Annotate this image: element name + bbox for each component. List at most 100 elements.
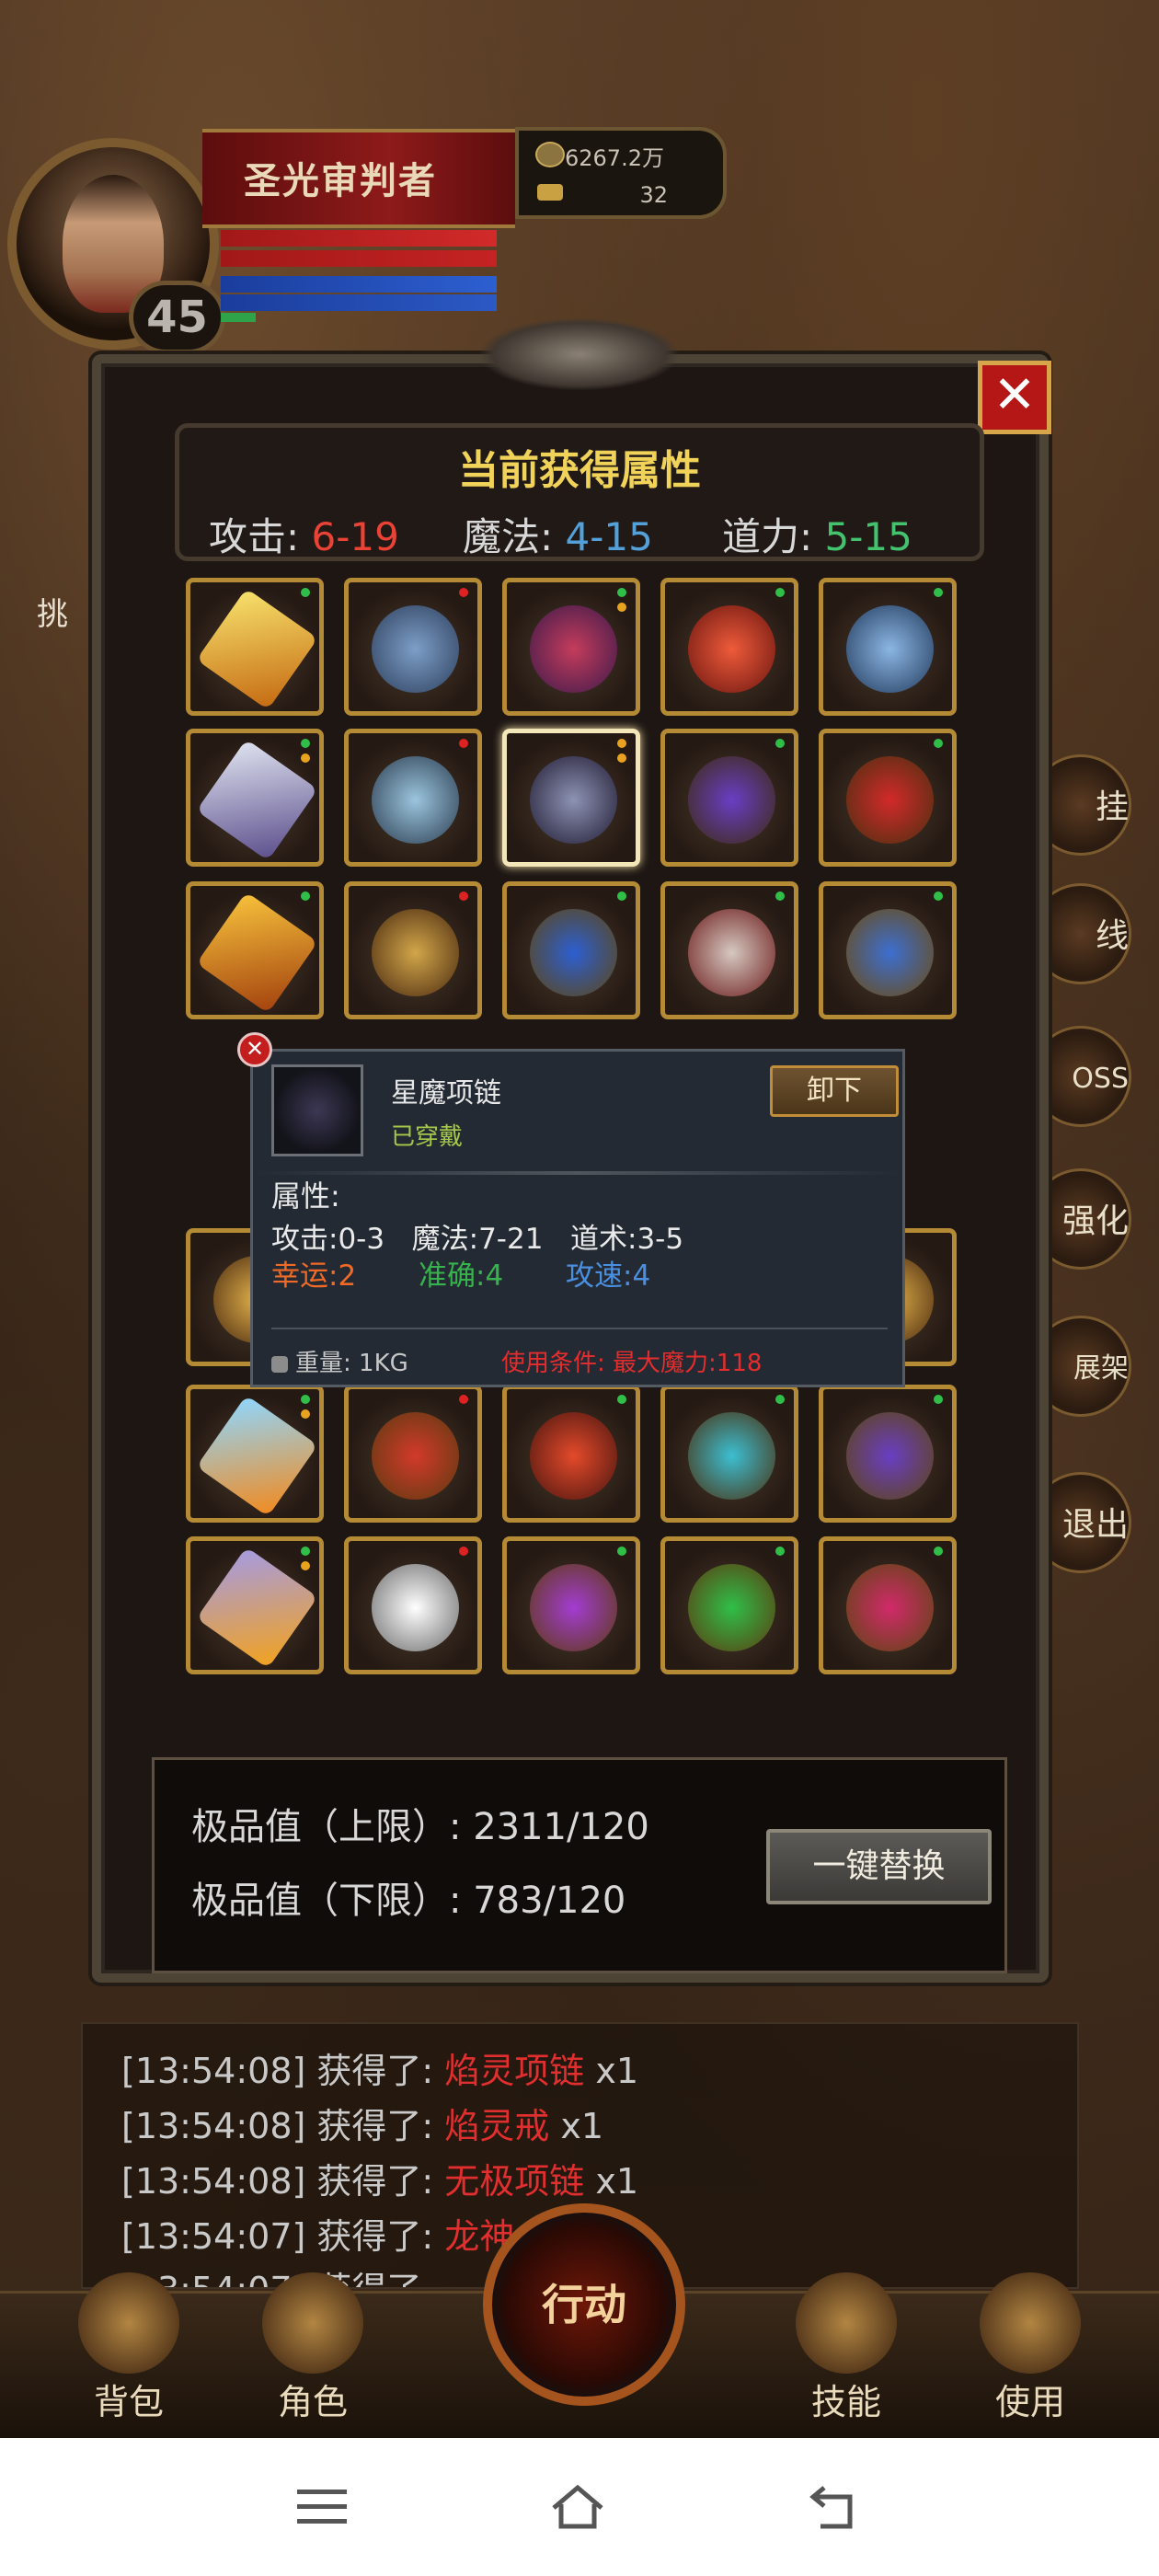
use-button[interactable]: 使用 — [961, 2272, 1099, 2429]
sword-icon — [196, 891, 318, 1014]
equip-slot-mask[interactable] — [660, 881, 798, 1019]
sword-icon — [196, 1395, 318, 1517]
quality-dot — [301, 1561, 310, 1570]
log-line: [13:54:07] 获得了: 龙神 — [121, 2208, 514, 2259]
equip-slot-ring-2[interactable] — [819, 729, 957, 867]
quality-dot — [617, 739, 626, 748]
bag-button[interactable]: 背包 — [60, 2272, 198, 2429]
quality-lower: 极品值（下限）: 783/120 — [191, 1880, 626, 1922]
magic-stat: 魔法: 4-15 — [463, 506, 653, 562]
equip-slot-armor-6[interactable] — [344, 1536, 482, 1674]
necklace-icon — [530, 756, 617, 844]
equip-slot-armor-5[interactable] — [344, 1385, 482, 1523]
ingot-amount: 32 — [639, 182, 668, 208]
equip-slot-helmet[interactable] — [502, 578, 640, 716]
equip-slot-bracelet-6[interactable] — [660, 1536, 798, 1674]
equip-slot-bracelet[interactable] — [660, 729, 798, 867]
quality-dot — [301, 739, 310, 748]
left-side-tag[interactable]: 挑 — [37, 589, 68, 634]
equip-slot-ring[interactable] — [819, 578, 957, 716]
medal-icon — [530, 909, 617, 996]
quality-dot — [301, 753, 310, 763]
quality-dot — [617, 1547, 626, 1556]
attack-stat: 攻击: 6-19 — [209, 506, 399, 562]
equip-slot-armor[interactable] — [344, 578, 482, 716]
equip-slot-ring-6[interactable] — [819, 1536, 957, 1674]
equip-slot-armor-2[interactable] — [344, 729, 482, 867]
equip-slot-weapon-2[interactable] — [186, 729, 324, 867]
quality-dot — [459, 739, 468, 748]
quality-dot — [459, 1395, 468, 1404]
log-item-name: 焰灵项链 — [444, 2051, 585, 2091]
quality-dot — [934, 1395, 943, 1404]
equip-slot-ring-5[interactable] — [819, 1385, 957, 1523]
equip-slot-necklace[interactable] — [660, 578, 798, 716]
panel-crest-ornament — [478, 317, 681, 391]
tao-label: 道力: — [722, 514, 813, 559]
belt-icon — [372, 909, 459, 996]
quality-dot — [617, 1395, 626, 1404]
one-click-replace-button[interactable]: 一键替换 — [766, 1829, 992, 1904]
mask-icon — [688, 909, 775, 996]
item-name: 星魔项链 — [391, 1077, 501, 1110]
equip-slot-selected[interactable] — [502, 729, 640, 867]
action-button[interactable]: 行动 — [483, 2203, 685, 2406]
quality-dot — [775, 1547, 785, 1556]
equip-slot-weapon[interactable] — [186, 578, 324, 716]
log-qty: x1 — [584, 2051, 639, 2091]
item-weight: 重量: 1KG — [271, 1344, 408, 1378]
item-accuracy: 准确:4 — [419, 1259, 504, 1293]
mp-bar — [221, 276, 497, 293]
log-text: [13:54:08] 获得了: — [121, 2161, 445, 2202]
armor-icon — [262, 2272, 363, 2374]
mp-bar-secondary — [221, 294, 497, 311]
item-luck: 幸运:2 — [271, 1259, 357, 1293]
equip-slot-necklace-5[interactable] — [660, 1385, 798, 1523]
equip-slot-weapon-5[interactable] — [186, 1385, 324, 1523]
system-nav-bar — [0, 2438, 1159, 2576]
equip-slot-weapon-6[interactable] — [186, 1536, 324, 1674]
tao-stat: 道力: 5-15 — [722, 506, 912, 562]
armor-icon — [372, 605, 459, 693]
role-button[interactable]: 角色 — [244, 2272, 382, 2429]
menu-icon[interactable] — [294, 2484, 350, 2530]
home-icon[interactable] — [550, 2484, 605, 2530]
log-qty: x1 — [584, 2161, 639, 2202]
skills-label: 技能 — [810, 2382, 881, 2422]
log-qty: x1 — [549, 2106, 604, 2146]
equip-slot-helmet-5[interactable] — [502, 1385, 640, 1523]
hp-bar — [221, 230, 497, 247]
back-icon[interactable] — [809, 2484, 865, 2530]
helmet-icon — [530, 605, 617, 693]
equip-slot-weapon-3[interactable] — [186, 881, 324, 1019]
necklace-icon — [688, 605, 775, 693]
role-label: 角色 — [277, 2382, 348, 2422]
quality-dot — [459, 1547, 468, 1556]
quality-dot — [617, 753, 626, 763]
skills-button[interactable]: 技能 — [777, 2272, 915, 2429]
necklace-icon — [271, 1064, 363, 1156]
bracelet-icon — [688, 756, 775, 844]
equip-slot-belt[interactable] — [344, 881, 482, 1019]
equip-slot-ring-3[interactable] — [819, 881, 957, 1019]
equip-slot-helmet-6[interactable] — [502, 1536, 640, 1674]
magic-value: 4-15 — [565, 514, 653, 559]
item-weight-text: 重量: 1KG — [295, 1350, 408, 1377]
quality-dot — [617, 603, 626, 612]
bracelet-icon — [688, 1564, 775, 1651]
ring-icon — [846, 1564, 934, 1651]
tooltip-divider — [253, 1171, 902, 1175]
equip-slot-medal[interactable] — [502, 881, 640, 1019]
log-line: [13:54:08] 获得了: 无极项链 x1 — [121, 2153, 638, 2203]
weight-icon — [271, 1355, 288, 1373]
unequip-button[interactable]: 卸下 — [770, 1065, 899, 1117]
ingot-icon — [537, 184, 563, 201]
book-icon — [796, 2272, 897, 2374]
scroll-icon — [980, 2272, 1081, 2374]
ring-icon — [846, 756, 934, 844]
log-item-name: 焰灵戒 — [444, 2106, 550, 2146]
attribute-title: 当前获得属性 — [458, 447, 701, 494]
tooltip-close-icon[interactable]: ✕ — [237, 1032, 272, 1067]
close-button[interactable]: ✕ — [978, 361, 1051, 434]
quality-stats-box: 极品值（上限）: 2311/120 极品值（下限）: 783/120 一键替换 — [152, 1757, 1007, 1973]
